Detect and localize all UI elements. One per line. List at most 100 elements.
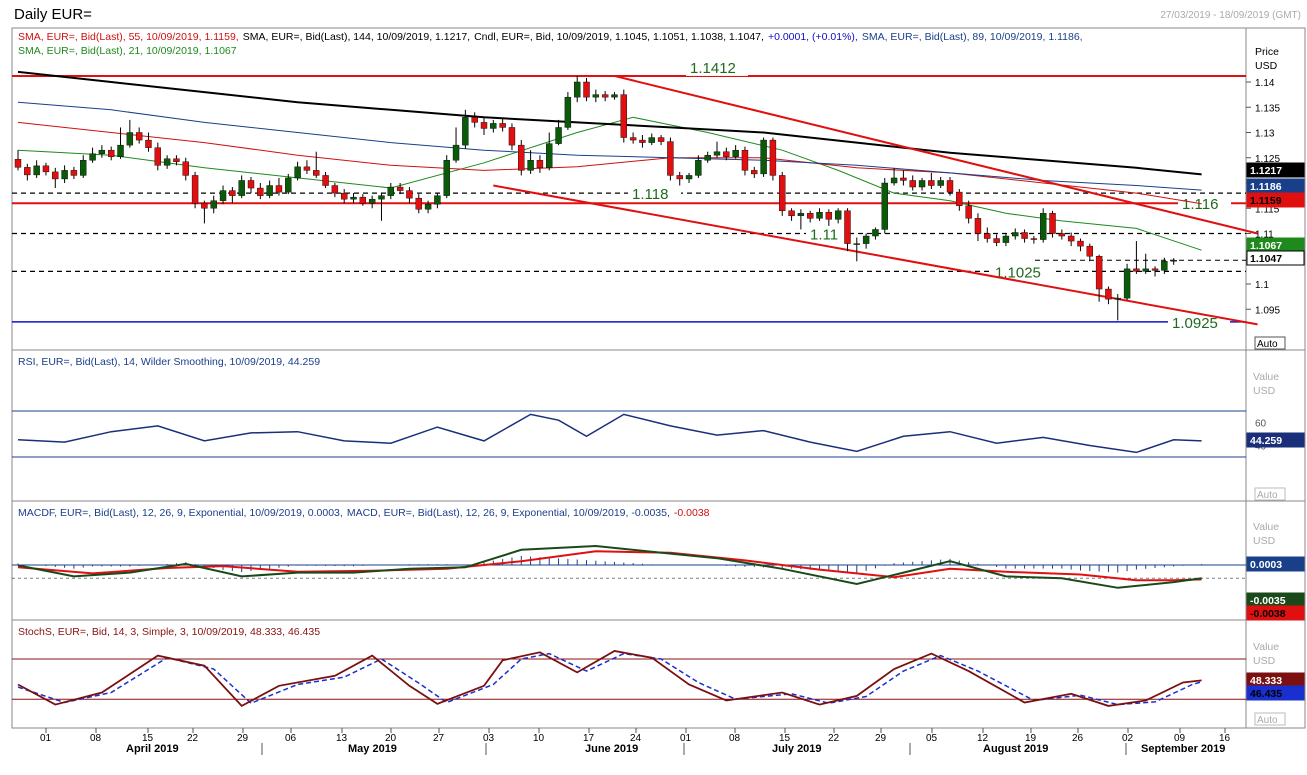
candle-body (685, 175, 693, 180)
candle-body (639, 139, 646, 143)
price-value-tag: 1.1067 (1250, 240, 1282, 252)
candle-body (704, 155, 711, 161)
candle-body (1114, 297, 1121, 300)
candle-body (201, 202, 208, 209)
price-axis-title-1: Price (1255, 46, 1279, 58)
candle-body (135, 132, 143, 141)
candle-body (61, 170, 68, 180)
chart-window: { "window": {"title": "Daily EUR=", "dat… (0, 0, 1307, 775)
candle-body (70, 170, 78, 176)
candle-body (98, 149, 106, 154)
candle-body (807, 213, 814, 219)
x-month-label: April 2019 (126, 743, 179, 755)
candle-body (657, 137, 665, 142)
macd-hist-tag: 0.0003 (1250, 559, 1282, 571)
candle-body (713, 151, 721, 156)
candle-body (126, 132, 134, 146)
candle-body (313, 170, 320, 176)
x-day-label: 05 (926, 733, 938, 744)
price-tick-label: 1.13 (1255, 129, 1275, 140)
price-auto-button[interactable]: Auto (1254, 336, 1286, 350)
candle-body (546, 143, 553, 169)
candle-body (490, 123, 497, 129)
macd-legend: MACDF, EUR=, Bid(Last), 12, 26, 9, Expon… (18, 507, 710, 519)
candle-body (480, 122, 488, 129)
candle-body (667, 141, 674, 176)
candle-body (350, 196, 357, 200)
candle-body (499, 123, 506, 128)
candle-body (1133, 268, 1140, 272)
price-legend-sma21: SMA, EUR=, Bid(Last), 21, 10/09/2019, 1.… (18, 45, 237, 57)
candle-body (881, 182, 888, 230)
price-legend-item: Cndl, EUR=, Bid, 10/09/2019, 1.1045, 1.1… (474, 31, 764, 43)
stoch-auto-button[interactable]: Auto (1254, 712, 1286, 726)
candle-body (592, 94, 600, 98)
candle-body (760, 139, 767, 175)
candle-body (1002, 235, 1010, 243)
x-day-label: 22 (828, 733, 840, 744)
macd-legend-c: -0.0038 (674, 507, 710, 519)
macd-value-tag: -0.0035 (1250, 595, 1286, 607)
candle-body (1142, 268, 1149, 272)
candle-body (629, 137, 637, 141)
stoch-axis-title-1: Value (1253, 641, 1279, 653)
candle-body (844, 210, 851, 244)
rsi-axis-title-2: USD (1253, 385, 1276, 397)
candle-body (452, 144, 460, 161)
candle-body (434, 195, 441, 205)
candle-body (1077, 240, 1084, 247)
price-legend: SMA, EUR=, Bid(Last), 55, 10/09/2019, 1.… (18, 31, 1083, 43)
x-day-label: 06 (285, 733, 297, 744)
candle-body (611, 94, 618, 98)
candle-body (946, 180, 954, 193)
macd-legend-a: MACDF, EUR=, Bid(Last), 12, 26, 9, Expon… (18, 507, 343, 519)
candle-body (1161, 261, 1168, 271)
candle-body (816, 212, 823, 219)
stoch-d-tag: 46.435 (1250, 688, 1282, 700)
price-axis-title-2: USD (1255, 60, 1278, 72)
level-label: 1.0925 (1172, 315, 1218, 332)
chart-canvas: 1.141.1351.131.1251.121.1151.111.1051.11… (11, 27, 1306, 755)
candle-body (1105, 288, 1112, 300)
rsi-tick-label: 60 (1255, 419, 1267, 430)
macd-signal-tag: -0.0038 (1250, 608, 1286, 620)
price-value-tag: 1.1159 (1250, 195, 1282, 207)
macd-axis-title-2: USD (1253, 535, 1276, 547)
rsi-auto-button[interactable]: Auto (1254, 487, 1286, 501)
candle-body (890, 177, 898, 184)
candle-body (331, 185, 339, 194)
candle-body (52, 171, 59, 180)
candle-body (741, 149, 749, 171)
candle-body (191, 175, 199, 204)
candle-body (229, 190, 236, 196)
candle-body (956, 191, 963, 206)
stoch-k-tag: 48.333 (1250, 675, 1282, 687)
candle-body (210, 200, 217, 209)
stoch-legend: StochS, EUR=, Bid, 14, 3, Simple, 3, 10/… (18, 626, 320, 638)
candle-body (1030, 238, 1038, 240)
candle-body (1095, 256, 1103, 290)
candle-body (1021, 232, 1028, 239)
stoch-axis-title-2: USD (1253, 655, 1276, 667)
x-day-label: 08 (729, 733, 741, 744)
price-auto-label: Auto (1257, 339, 1278, 350)
x-month-label: September 2019 (1141, 743, 1225, 755)
candle-body (368, 198, 376, 204)
candle-body (378, 195, 385, 200)
candle-body (676, 175, 683, 180)
candle-body (779, 175, 786, 211)
candle-body (173, 158, 180, 162)
x-day-label: 13 (336, 733, 348, 744)
candle-body (406, 190, 413, 199)
x-axis: 01 08 15 22 29 06 13 20 27 03 10 17 24 01 08 15 22 29 05 12… (40, 728, 1231, 755)
x-month-label: June 2019 (585, 743, 638, 755)
price-value-tag: 1.1047 (1250, 253, 1282, 265)
candle-body (825, 212, 833, 220)
candle-body (107, 149, 115, 157)
level-label: 1.116 (1182, 196, 1218, 213)
candle-body (285, 177, 292, 193)
candle-body (965, 205, 972, 219)
x-day-label: 08 (90, 733, 102, 744)
candle-body (89, 153, 96, 161)
candle-body (834, 210, 842, 220)
